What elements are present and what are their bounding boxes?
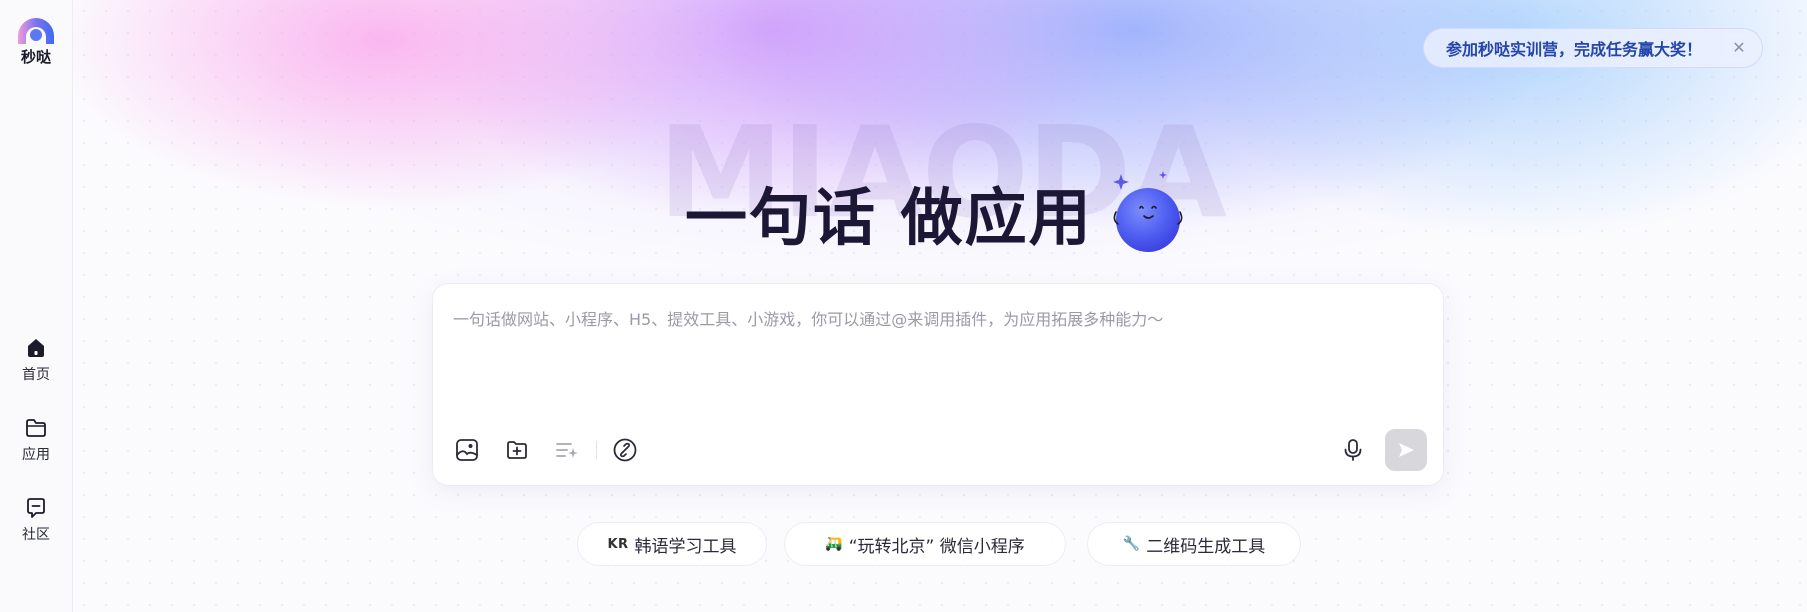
suggestion-label: 二维码生成工具 xyxy=(1146,536,1266,557)
prompt-input[interactable] xyxy=(453,306,1413,386)
rickshaw-icon: 🛺 xyxy=(825,536,843,552)
sidebar-item-label: 应用 xyxy=(22,447,50,463)
plugin-link-icon xyxy=(613,438,637,462)
sidebar-item-community[interactable]: 社区 xyxy=(0,496,72,544)
voice-input-button[interactable] xyxy=(1340,437,1366,463)
send-button[interactable] xyxy=(1385,429,1427,471)
sidebar: 秒哒 首页 应用 社区 xyxy=(0,0,73,612)
mascot-icon xyxy=(1113,171,1183,252)
suggestion-chip-beijing[interactable]: 🛺 “玩转北京” 微信小程序 xyxy=(784,522,1066,566)
promo-banner[interactable]: 参加秒哒实训营，完成任务赢大奖！ ✕ xyxy=(1423,28,1763,68)
image-upload-icon xyxy=(456,439,478,461)
wrench-icon: 🔧 xyxy=(1122,536,1141,552)
kr-flag-icon: KR xyxy=(607,536,629,552)
chat-icon xyxy=(27,498,45,518)
sidebar-item-label: 社区 xyxy=(22,527,50,543)
plugin-button[interactable] xyxy=(612,437,638,463)
sidebar-item-apps[interactable]: 应用 xyxy=(0,416,72,464)
promo-text[interactable]: 参加秒哒实训营，完成任务赢大奖！ xyxy=(1446,36,1702,60)
main-content: 参加秒哒实训营，完成任务赢大奖！ ✕ MIAODA 一句话 做应用 一句话做网站… xyxy=(73,0,1807,612)
suggestion-chip-qrcode[interactable]: 🔧 二维码生成工具 xyxy=(1087,522,1301,566)
toolbar-divider xyxy=(596,441,597,459)
file-add-icon xyxy=(507,441,527,459)
prompt-optimize-icon xyxy=(556,443,578,458)
folder-icon xyxy=(26,419,46,437)
brand-name: 秒哒 xyxy=(20,48,51,66)
prompt-optimize-button[interactable] xyxy=(554,437,580,463)
sidebar-item-label: 首页 xyxy=(22,367,50,383)
close-icon[interactable]: ✕ xyxy=(1730,39,1748,57)
app-logo[interactable]: 秒哒 xyxy=(14,18,58,67)
send-icon xyxy=(1399,443,1414,457)
brand-logo-icon xyxy=(18,18,54,44)
sidebar-item-home[interactable]: 首页 xyxy=(0,336,72,384)
suggestion-chip-korean[interactable]: KR 韩语学习工具 xyxy=(577,522,767,566)
suggestion-label: “玩转北京” 微信小程序 xyxy=(848,536,1025,557)
home-icon xyxy=(28,339,44,357)
prompt-card xyxy=(432,283,1444,486)
page-title: 一句话 做应用 xyxy=(685,181,1093,254)
file-add-button[interactable] xyxy=(504,437,530,463)
image-upload-button[interactable] xyxy=(454,437,480,463)
suggestion-label: 韩语学习工具 xyxy=(634,536,737,557)
microphone-icon xyxy=(1344,439,1362,461)
